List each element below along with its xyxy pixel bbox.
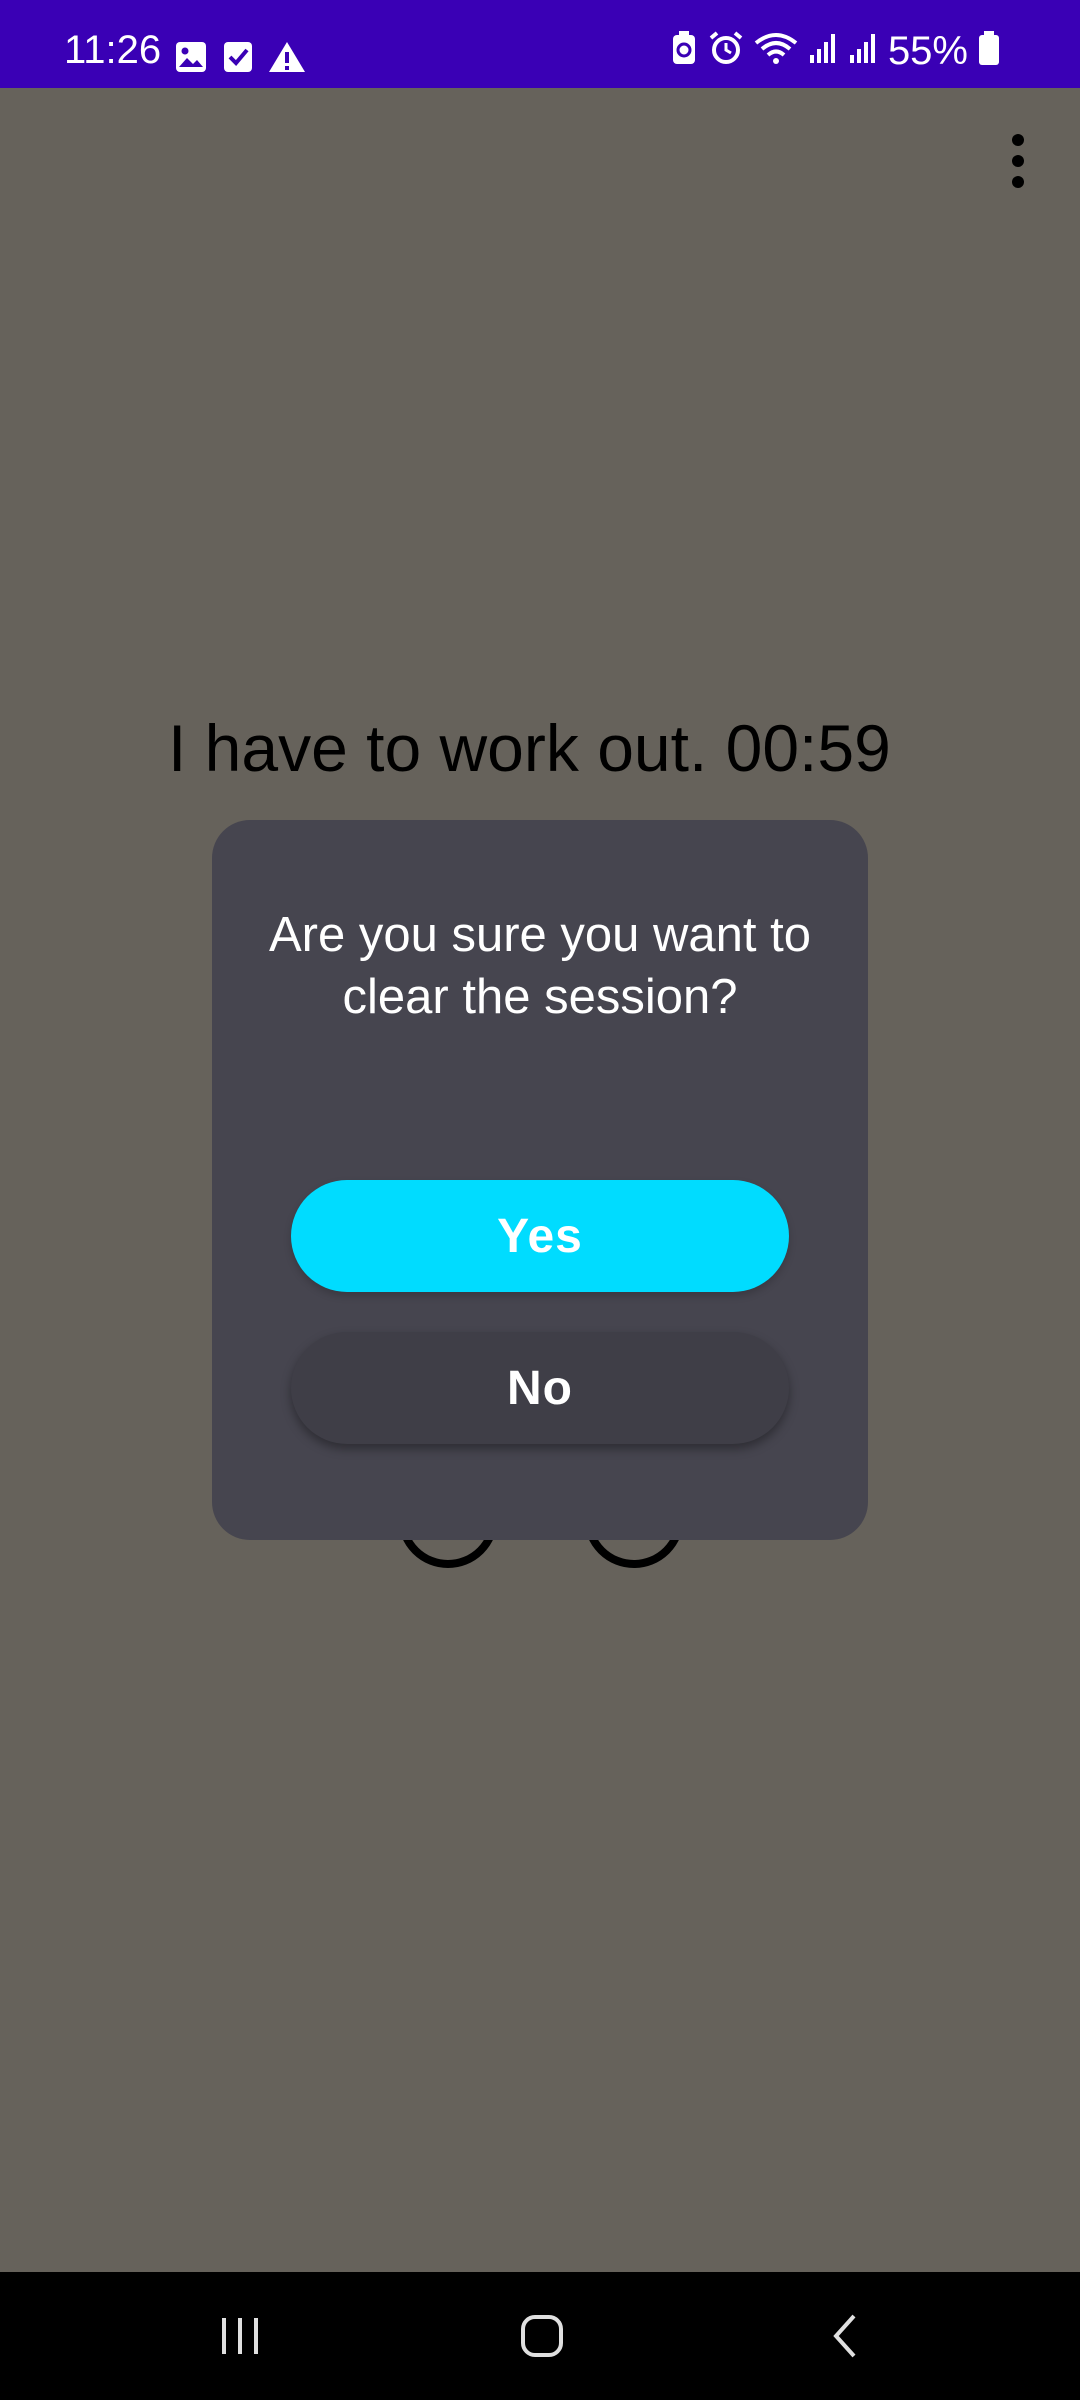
battery-saver-icon (670, 30, 698, 71)
no-button[interactable]: No (291, 1332, 789, 1444)
checkbox-icon (222, 40, 254, 79)
status-bar: 11:26 55% (0, 0, 1080, 88)
signal-icon (808, 31, 838, 70)
status-time: 11:26 (64, 28, 162, 72)
warning-icon (268, 40, 306, 79)
wifi-icon (754, 31, 798, 70)
home-icon[interactable] (482, 2272, 602, 2400)
background-session-text: I have to work out. 00:59 (168, 711, 891, 785)
battery-icon (978, 30, 1000, 71)
recents-icon[interactable] (180, 2272, 300, 2400)
dialog-title: Are you sure you want to clear the sessi… (268, 908, 811, 1024)
image-icon (174, 40, 208, 79)
back-icon[interactable] (786, 2272, 906, 2400)
signal-icon (848, 31, 878, 70)
alarm-icon (708, 30, 744, 71)
yes-button[interactable]: Yes (291, 1180, 789, 1292)
status-notification-icons (174, 40, 306, 79)
battery-percentage: 55% (887, 28, 968, 73)
navigation-bar (0, 2272, 1080, 2400)
clear-session-dialog: Are you sure you want to clear the sessi… (212, 820, 868, 1540)
status-system-icons: 55% (670, 30, 1000, 71)
more-vert-icon[interactable] (998, 126, 1038, 196)
